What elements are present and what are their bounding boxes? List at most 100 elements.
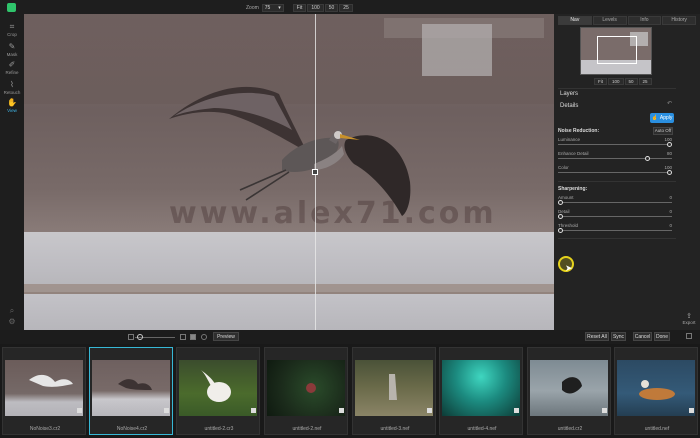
layers-heading[interactable]: Layers [560,91,578,97]
compare-view-icon[interactable] [201,334,207,340]
thumb-image [179,360,257,416]
detail-slider[interactable]: Detail 0 [558,209,672,219]
enhance-detail-label: Enhance Detail [558,151,589,156]
film-thumb-selected[interactable]: NoNoise4.cr2 [89,347,173,435]
thumb-name: untitled-2.cr3 [204,426,234,432]
retouch-icon: ⌇ [10,80,14,89]
hand-icon: ☝ [651,115,658,121]
navigator-thumbnail[interactable] [580,27,652,75]
color-slider[interactable]: Color 100 [558,165,672,175]
detail-knob[interactable] [558,214,563,219]
color-knob[interactable] [667,170,672,175]
thumb-name: untitled-4.nef [467,426,497,432]
luminance-track[interactable] [558,142,672,147]
amount-track[interactable] [558,200,672,205]
export-icon: ⇪ [686,313,692,320]
raw-badge-icon [339,408,344,413]
detail-track[interactable] [558,214,672,219]
film-thumb[interactable]: NoNoise3.cr2 [2,347,86,435]
zoom-50-button[interactable]: 50 [324,3,339,12]
tab-info[interactable]: Info [627,16,662,25]
cancel-button[interactable]: Cancel [633,332,652,341]
thumb-name: NoNoise3.cr2 [29,426,61,432]
split-view-handle[interactable] [312,169,318,175]
film-thumb[interactable]: untitled-4.nef [439,347,523,435]
tool-view-label: View [7,108,17,113]
thumb-size-small-icon[interactable] [128,334,134,340]
refine-icon: ✐ [8,60,16,69]
raw-badge-icon [514,408,519,413]
noise-reduction-heading: Noise Reduction: [558,128,600,134]
zoom-tool-icon[interactable]: ⌕ [7,306,17,316]
export-button[interactable]: ⇪ Export [680,312,698,325]
zoom-100-button[interactable]: 100 [307,3,324,12]
single-view-icon[interactable] [180,334,186,340]
tool-view[interactable]: ✋ View [0,98,24,113]
film-thumb[interactable]: untitled-2.nef [264,347,348,435]
film-thumb[interactable]: untitled-2.cr3 [176,347,260,435]
reset-all-button[interactable]: Reset All [585,332,609,341]
auto-off-button[interactable]: Auto Off [653,127,673,135]
raw-badge-icon [251,408,256,413]
sync-button[interactable]: Sync [611,332,626,341]
panel-toggle-icon[interactable] [686,333,692,339]
details-heading[interactable]: Details [560,103,578,109]
luminance-knob[interactable] [667,142,672,147]
enhance-detail-slider[interactable]: Enhance Detail 80 [558,151,672,161]
preview-button[interactable]: Preview [213,332,239,341]
color-track[interactable] [558,170,672,175]
export-label: Export [682,320,696,325]
view-icon: ✋ [7,98,17,107]
image-canvas[interactable]: www.alex71.com [24,14,554,330]
zoom-select[interactable]: 75 ▾ [261,3,284,12]
enhance-detail-track[interactable] [558,156,672,161]
tool-mask[interactable]: ✎ Mask [0,42,24,57]
thumb-name: untitled.nef [644,426,670,432]
thumb-image [267,360,345,416]
nav-zoom-fit[interactable]: Fit [594,78,607,85]
chevron-down-icon: ▾ [278,4,281,11]
amount-slider[interactable]: Amount 0 [558,195,672,205]
split-view-icon[interactable] [190,334,196,340]
mouse-pointer-icon: ➤ [565,263,573,273]
luminance-label: Luminance [558,137,581,142]
threshold-knob[interactable] [558,228,563,233]
amount-value: 0 [669,195,672,200]
amount-label: Amount [558,195,574,200]
zoom-25-button[interactable]: 25 [339,3,353,12]
thumb-image [617,360,695,416]
threshold-slider[interactable]: Threshold 0 [558,223,672,233]
nav-zoom-50[interactable]: 50 [624,78,638,85]
navigator-viewport-box[interactable] [597,36,637,64]
tab-nav[interactable]: Nav [558,16,592,25]
brush-icon: ✎ [8,42,16,51]
nav-zoom-100[interactable]: 100 [608,78,624,85]
threshold-track[interactable] [558,228,672,233]
tool-mask-label: Mask [6,52,18,57]
thumb-image [5,360,83,416]
tool-retouch[interactable]: ⌇ Retouch [0,80,24,95]
zoom-buttons: Fit 100 50 25 [292,3,353,12]
film-thumb[interactable]: untitled.cr2 [527,347,611,435]
thumb-name: untitled-2.nef [292,426,322,432]
raw-badge-icon [427,408,432,413]
apply-button[interactable]: ☝ Apply [650,113,674,123]
tab-history[interactable]: History [662,16,696,25]
enhance-detail-knob[interactable] [645,156,650,161]
tab-levels[interactable]: Levels [592,16,627,25]
film-thumb[interactable]: untitled-3.nef [352,347,436,435]
settings-icon[interactable]: ⚙ [7,317,17,327]
tool-refine[interactable]: ✐ Refine [0,60,24,75]
film-thumb[interactable]: untitled.nef [614,347,698,435]
amount-knob[interactable] [558,200,563,205]
zoom-group: Zoom 75 ▾ Fit 100 50 25 [246,3,353,12]
zoom-fit-button[interactable]: Fit [292,3,307,12]
done-button[interactable]: Done [654,332,670,341]
thumbnail-size-knob[interactable] [137,334,143,340]
tool-crop[interactable]: ⌗ Crop [0,22,24,37]
nav-zoom-25[interactable]: 25 [638,78,652,85]
luminance-slider[interactable]: Luminance 100 [558,137,672,147]
bottom-controls: Preview Reset All Sync Cancel Done [0,330,700,344]
zoom-value: 75 [264,4,271,11]
reset-icon[interactable]: ↶ [667,100,672,107]
